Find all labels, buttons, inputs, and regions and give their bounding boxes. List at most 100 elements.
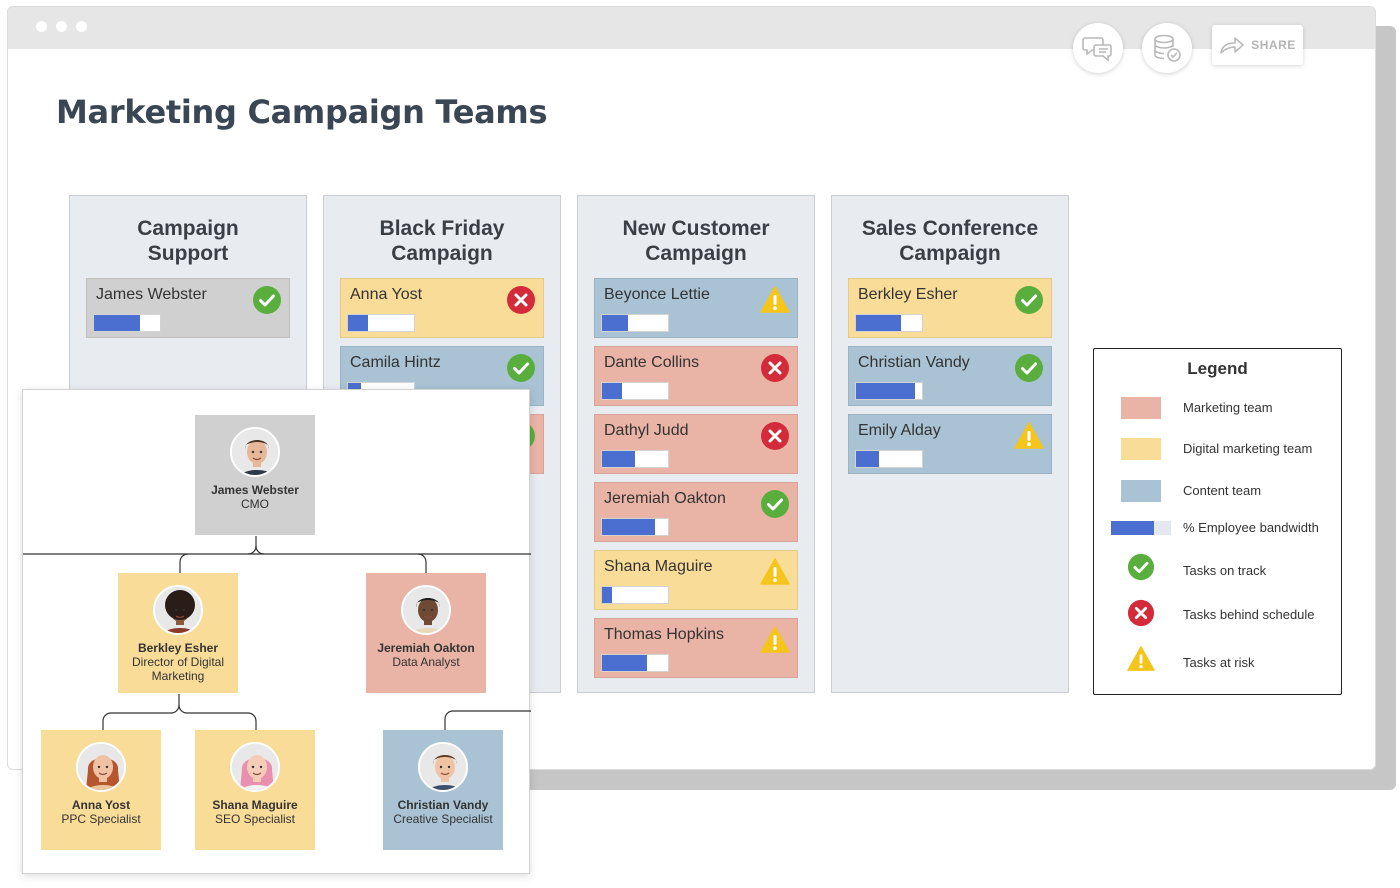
org-node[interactable]: Anna Yost PPC Specialist <box>41 730 161 850</box>
org-node-name: Anna Yost <box>71 798 131 812</box>
org-node[interactable]: Berkley Esher Director of Digital Marketi… <box>118 573 238 693</box>
legend: Legend Marketing team Digital marketing … <box>1093 348 1342 695</box>
share-button[interactable]: SHARE <box>1212 25 1303 65</box>
legend-item-on-track: Tasks on track <box>1094 553 1341 583</box>
column-title-line: Black Friday <box>379 217 505 240</box>
column-title-line: Campaign <box>391 242 493 265</box>
person-card[interactable]: Emily Alday <box>848 414 1052 474</box>
marketing-swatch <box>1121 397 1161 419</box>
bandwidth-bar <box>93 314 161 332</box>
person-card[interactable]: Thomas Hopkins <box>594 618 798 678</box>
legend-label: % Employee bandwidth <box>1183 520 1319 535</box>
avatar <box>418 742 468 792</box>
person-name: Jeremiah Oakton <box>604 490 726 507</box>
person-name: Berkley Esher <box>858 286 958 303</box>
org-node[interactable]: Shana Maguire SEO Specialist <box>195 730 315 850</box>
bandwidth-fill <box>602 451 635 467</box>
legend-item-at-risk: Tasks at risk <box>1094 645 1341 675</box>
column-title: New Customer Campaign <box>578 216 814 266</box>
x-circle-icon <box>1127 599 1155 627</box>
bandwidth-bar <box>855 450 923 468</box>
content-swatch <box>1121 480 1161 502</box>
person-card[interactable]: Anna Yost <box>340 278 544 338</box>
avatar <box>230 427 280 477</box>
bandwidth-fill <box>602 519 655 535</box>
person-card[interactable]: Dante Collins <box>594 346 798 406</box>
window-dot <box>36 21 47 32</box>
org-chart-panel: James Webster CMO Berkley Esher Director o… <box>22 389 531 874</box>
bandwidth-fill <box>602 383 622 399</box>
data-linking-button[interactable] <box>1142 23 1192 73</box>
bandwidth-fill <box>348 315 368 331</box>
column-new-customer: New Customer Campaign Beyonce Lettie Dant… <box>577 195 815 693</box>
person-card[interactable]: Berkley Esher <box>848 278 1052 338</box>
x-circle-icon <box>507 286 535 314</box>
bandwidth-fill <box>856 315 901 331</box>
person-name: Beyonce Lettie <box>604 286 710 303</box>
avatar <box>76 742 126 792</box>
person-name: Thomas Hopkins <box>604 626 725 643</box>
legend-item-bandwidth: % Employee bandwidth <box>1094 513 1341 543</box>
person-card[interactable]: Jeremiah Oakton <box>594 482 798 542</box>
warning-triangle-icon <box>760 286 790 313</box>
legend-label: Tasks on track <box>1183 563 1267 578</box>
org-node-name: Jeremiah Oakton <box>377 641 475 655</box>
bandwidth-bar <box>855 314 923 332</box>
bandwidth-bar <box>601 654 669 672</box>
person-name: Dante Collins <box>604 354 700 371</box>
person-name: James Webster <box>96 286 207 303</box>
column-sales-conference: Sales Conference Campaign Berkley Esher C… <box>831 195 1069 693</box>
person-name: Emily Alday <box>858 422 941 439</box>
legend-label: Tasks at risk <box>1183 655 1255 670</box>
legend-item-marketing: Marketing team <box>1094 393 1341 423</box>
person-card[interactable]: Beyonce Lettie <box>594 278 798 338</box>
org-node-name: Christian Vandy <box>397 798 489 812</box>
person-card[interactable]: Dathyl Judd <box>594 414 798 474</box>
legend-title: Legend <box>1187 359 1248 378</box>
org-node[interactable]: Jeremiah Oakton Data Analyst <box>366 573 486 693</box>
share-label: SHARE <box>1251 38 1296 52</box>
person-card[interactable]: Christian Vandy <box>848 346 1052 406</box>
check-circle-icon <box>253 286 281 314</box>
warning-triangle-icon <box>1014 422 1044 449</box>
org-node[interactable]: Christian Vandy Creative Specialist <box>383 730 503 850</box>
org-node-role: CMO <box>241 497 269 511</box>
warning-triangle-icon <box>1127 646 1155 671</box>
comments-button[interactable] <box>1073 23 1123 73</box>
x-circle-icon <box>761 354 789 382</box>
bandwidth-bar <box>855 382 923 400</box>
check-circle-icon <box>1015 286 1043 314</box>
legend-label: Content team <box>1183 483 1262 498</box>
person-card[interactable]: James Webster <box>86 278 290 338</box>
avatar <box>401 585 451 635</box>
bandwidth-bar <box>601 314 669 332</box>
person-card[interactable]: Shana Maguire <box>594 550 798 610</box>
avatar <box>230 742 280 792</box>
avatar <box>153 585 203 635</box>
person-name: Dathyl Judd <box>604 422 689 439</box>
window-dot <box>76 21 87 32</box>
column-title: Black Friday Campaign <box>324 216 560 266</box>
page-title: Marketing Campaign Teams <box>56 93 548 131</box>
bandwidth-bar <box>601 518 669 536</box>
org-node[interactable]: James Webster CMO <box>195 415 315 535</box>
digital-swatch <box>1121 438 1161 460</box>
chat-bubbles-icon <box>1082 37 1112 62</box>
bandwidth-fill <box>602 587 612 603</box>
warning-triangle-icon <box>760 558 790 585</box>
org-node-name: Berkley Esher <box>137 641 219 655</box>
column-title: Sales Conference Campaign <box>832 216 1068 266</box>
person-name: Christian Vandy <box>858 354 970 371</box>
org-node-role: Director of Digital Marketing <box>131 655 225 683</box>
org-node-role: Data Analyst <box>392 655 460 669</box>
bandwidth-fill <box>602 655 647 671</box>
legend-item-behind: Tasks behind schedule <box>1094 599 1341 629</box>
bandwidth-bar <box>601 382 669 400</box>
column-title-line: Support <box>147 242 229 265</box>
org-node-name: James Webster <box>211 483 299 497</box>
column-title-line: Campaign <box>645 242 747 265</box>
bandwidth-fill <box>856 383 916 399</box>
person-name: Anna Yost <box>350 286 423 303</box>
column-title: Campaign Support <box>70 216 306 266</box>
legend-label: Digital marketing team <box>1183 441 1313 456</box>
